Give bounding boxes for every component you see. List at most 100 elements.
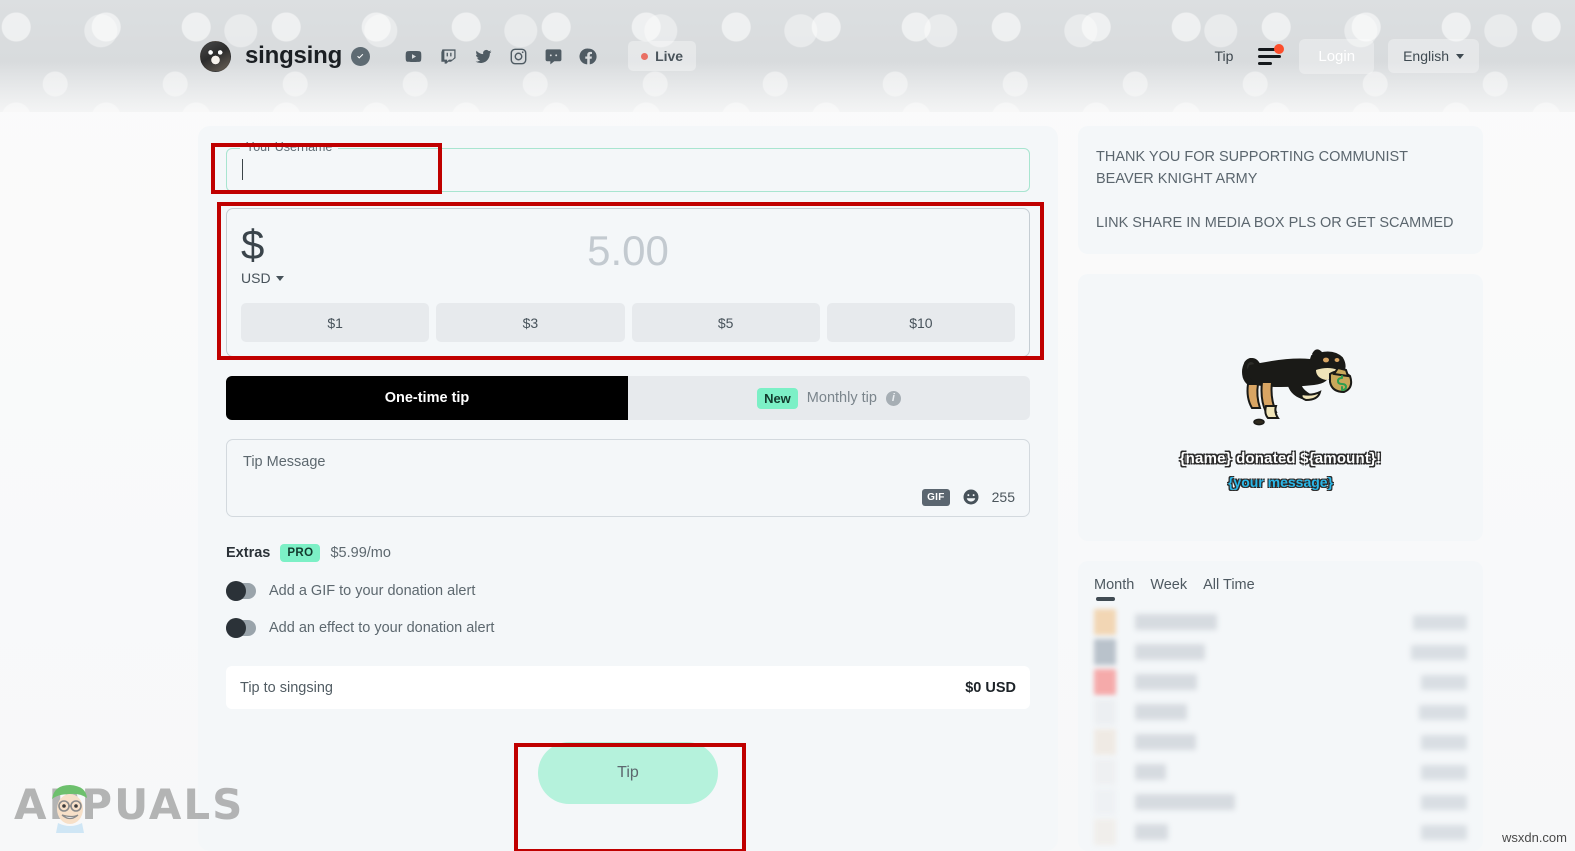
text-cursor-icon xyxy=(242,159,243,180)
youtube-icon[interactable] xyxy=(404,47,423,66)
leaderboard-donor-amount xyxy=(1421,674,1467,690)
leaderboard-tabs: Month Week All Time xyxy=(1094,577,1467,603)
leaderboard-row xyxy=(1094,727,1467,757)
gif-alert-toggle[interactable] xyxy=(226,581,256,601)
quick-amount-1[interactable]: $1 xyxy=(241,303,430,342)
leaderboard-avatar xyxy=(1094,729,1116,755)
verified-check-icon xyxy=(351,46,371,66)
amount-section: $ USD $1 $3 $5 $10 xyxy=(226,208,1030,357)
facebook-icon[interactable] xyxy=(579,47,598,66)
tip-total-label: Tip to singsing xyxy=(240,679,333,696)
effect-alert-label: Add an effect to your donation alert xyxy=(269,620,495,636)
leaderboard-donor-amount xyxy=(1419,704,1467,720)
extras-option-gif[interactable]: Add a GIF to your donation alert xyxy=(226,581,1030,601)
hamburger-menu-icon[interactable] xyxy=(1258,43,1285,65)
quick-amount-row: $1 $3 $5 $10 xyxy=(241,303,1015,342)
tab-one-time-tip[interactable]: One-time tip xyxy=(226,376,628,420)
leaderboard-donor-name xyxy=(1135,734,1196,750)
quick-amount-5[interactable]: $5 xyxy=(631,303,820,342)
info-icon[interactable]: i xyxy=(885,390,901,406)
message-tools: GIF 255 xyxy=(922,488,1015,506)
tip-submit-button[interactable]: Tip xyxy=(538,742,718,804)
leaderboard-list xyxy=(1094,607,1467,847)
gif-button[interactable]: GIF xyxy=(922,488,950,506)
live-label: Live xyxy=(655,48,684,64)
main-content: Your Username $ USD $1 $3 xyxy=(198,126,1483,851)
tip-form-card: Your Username $ USD $1 $3 xyxy=(198,126,1058,851)
gif-alert-label: Add a GIF to your donation alert xyxy=(269,583,476,599)
leaderboard-row xyxy=(1094,787,1467,817)
leaderboard-avatar xyxy=(1094,789,1116,815)
leaderboard-donor-amount xyxy=(1411,644,1467,660)
leaderboard-tab-week[interactable]: Week xyxy=(1150,577,1187,603)
language-selector[interactable]: English xyxy=(1388,39,1479,73)
leaderboard-row xyxy=(1094,667,1467,697)
extras-title: Extras xyxy=(226,545,271,561)
tip-total-row: Tip to singsing $0 USD xyxy=(226,666,1030,709)
quick-amount-10[interactable]: $10 xyxy=(826,303,1015,342)
extras-header: Extras PRO $5.99/mo xyxy=(226,544,1030,562)
notice-line-1: THANK YOU FOR SUPPORTING COMMUNIST BEAVE… xyxy=(1096,149,1408,187)
tip-message-input[interactable] xyxy=(227,440,1029,516)
leaderboard-donor-amount xyxy=(1421,764,1467,780)
leaderboard-donor-amount xyxy=(1421,824,1467,840)
effect-alert-toggle[interactable] xyxy=(226,618,256,638)
leaderboard-donor-name xyxy=(1135,614,1217,630)
leaderboard-row xyxy=(1094,817,1467,847)
leaderboard-card: Month Week All Time xyxy=(1078,561,1483,851)
alert-message-line: {your message} xyxy=(1227,473,1334,490)
extras-option-effect[interactable]: Add an effect to your donation alert xyxy=(226,618,1030,638)
tip-total-value: $0 USD xyxy=(965,679,1016,696)
page-title: singsing xyxy=(245,42,343,69)
notice-card: THANK YOU FOR SUPPORTING COMMUNIST BEAVE… xyxy=(1078,126,1483,254)
alert-name-line: {name} donated ${amount}! xyxy=(1179,449,1382,467)
login-button[interactable]: Login xyxy=(1299,38,1375,74)
leaderboard-tab-all-time[interactable]: All Time xyxy=(1203,577,1255,603)
leaderboard-avatar xyxy=(1094,699,1116,725)
header: singsing Live Tip Login English xyxy=(0,0,1575,112)
discord-icon[interactable] xyxy=(544,47,563,66)
live-status-badge: Live xyxy=(628,41,697,71)
tip-type-tabs: One-time tip New Monthly tip i xyxy=(226,376,1030,420)
amount-input-row: $ USD xyxy=(241,223,1015,297)
dog-with-money-bag-illustration xyxy=(1206,326,1356,436)
leaderboard-donor-name xyxy=(1135,824,1168,840)
appuals-mascot-icon xyxy=(42,777,98,833)
leaderboard-row xyxy=(1094,607,1467,637)
username-input[interactable] xyxy=(226,148,1030,192)
leaderboard-avatar xyxy=(1094,609,1116,635)
alert-preview-card: {name} donated ${amount}! {your message} xyxy=(1078,274,1483,541)
avatar[interactable] xyxy=(200,40,231,72)
leaderboard-donor-name xyxy=(1135,794,1235,810)
leaderboard-donor-amount xyxy=(1421,794,1467,810)
leaderboard-avatar xyxy=(1094,819,1116,845)
leaderboard-donor-name xyxy=(1135,764,1166,780)
pro-badge: PRO xyxy=(280,544,321,562)
instagram-icon[interactable] xyxy=(509,47,528,66)
new-badge: New xyxy=(757,387,798,409)
leaderboard-donor-name xyxy=(1135,644,1205,660)
leaderboard-avatar xyxy=(1094,669,1116,695)
twitter-icon[interactable] xyxy=(474,47,493,66)
leaderboard-tab-month[interactable]: Month xyxy=(1094,577,1134,603)
tip-page: singsing Live Tip Login English Your Use… xyxy=(0,0,1575,851)
username-label: Your Username xyxy=(240,140,339,154)
leaderboard-avatar xyxy=(1094,639,1116,665)
leaderboard-donor-name xyxy=(1135,704,1187,720)
header-actions: Tip Login English xyxy=(1214,38,1479,74)
chevron-down-icon xyxy=(275,275,284,281)
tip-nav-link[interactable]: Tip xyxy=(1214,48,1233,64)
character-counter: 255 xyxy=(991,489,1015,505)
tab-monthly-tip-label: Monthly tip xyxy=(806,390,877,406)
tab-monthly-tip[interactable]: New Monthly tip i xyxy=(628,376,1030,420)
language-label: English xyxy=(1403,48,1449,64)
emoji-smiley-icon[interactable] xyxy=(962,488,980,506)
social-links xyxy=(404,47,598,66)
leaderboard-row xyxy=(1094,637,1467,667)
sidebar: THANK YOU FOR SUPPORTING COMMUNIST BEAVE… xyxy=(1078,126,1483,851)
quick-amount-3[interactable]: $3 xyxy=(436,303,625,342)
amount-input[interactable] xyxy=(241,227,1015,275)
submit-row: Tip xyxy=(226,742,1030,804)
twitch-icon[interactable] xyxy=(439,47,458,66)
chevron-down-icon xyxy=(1456,53,1464,59)
